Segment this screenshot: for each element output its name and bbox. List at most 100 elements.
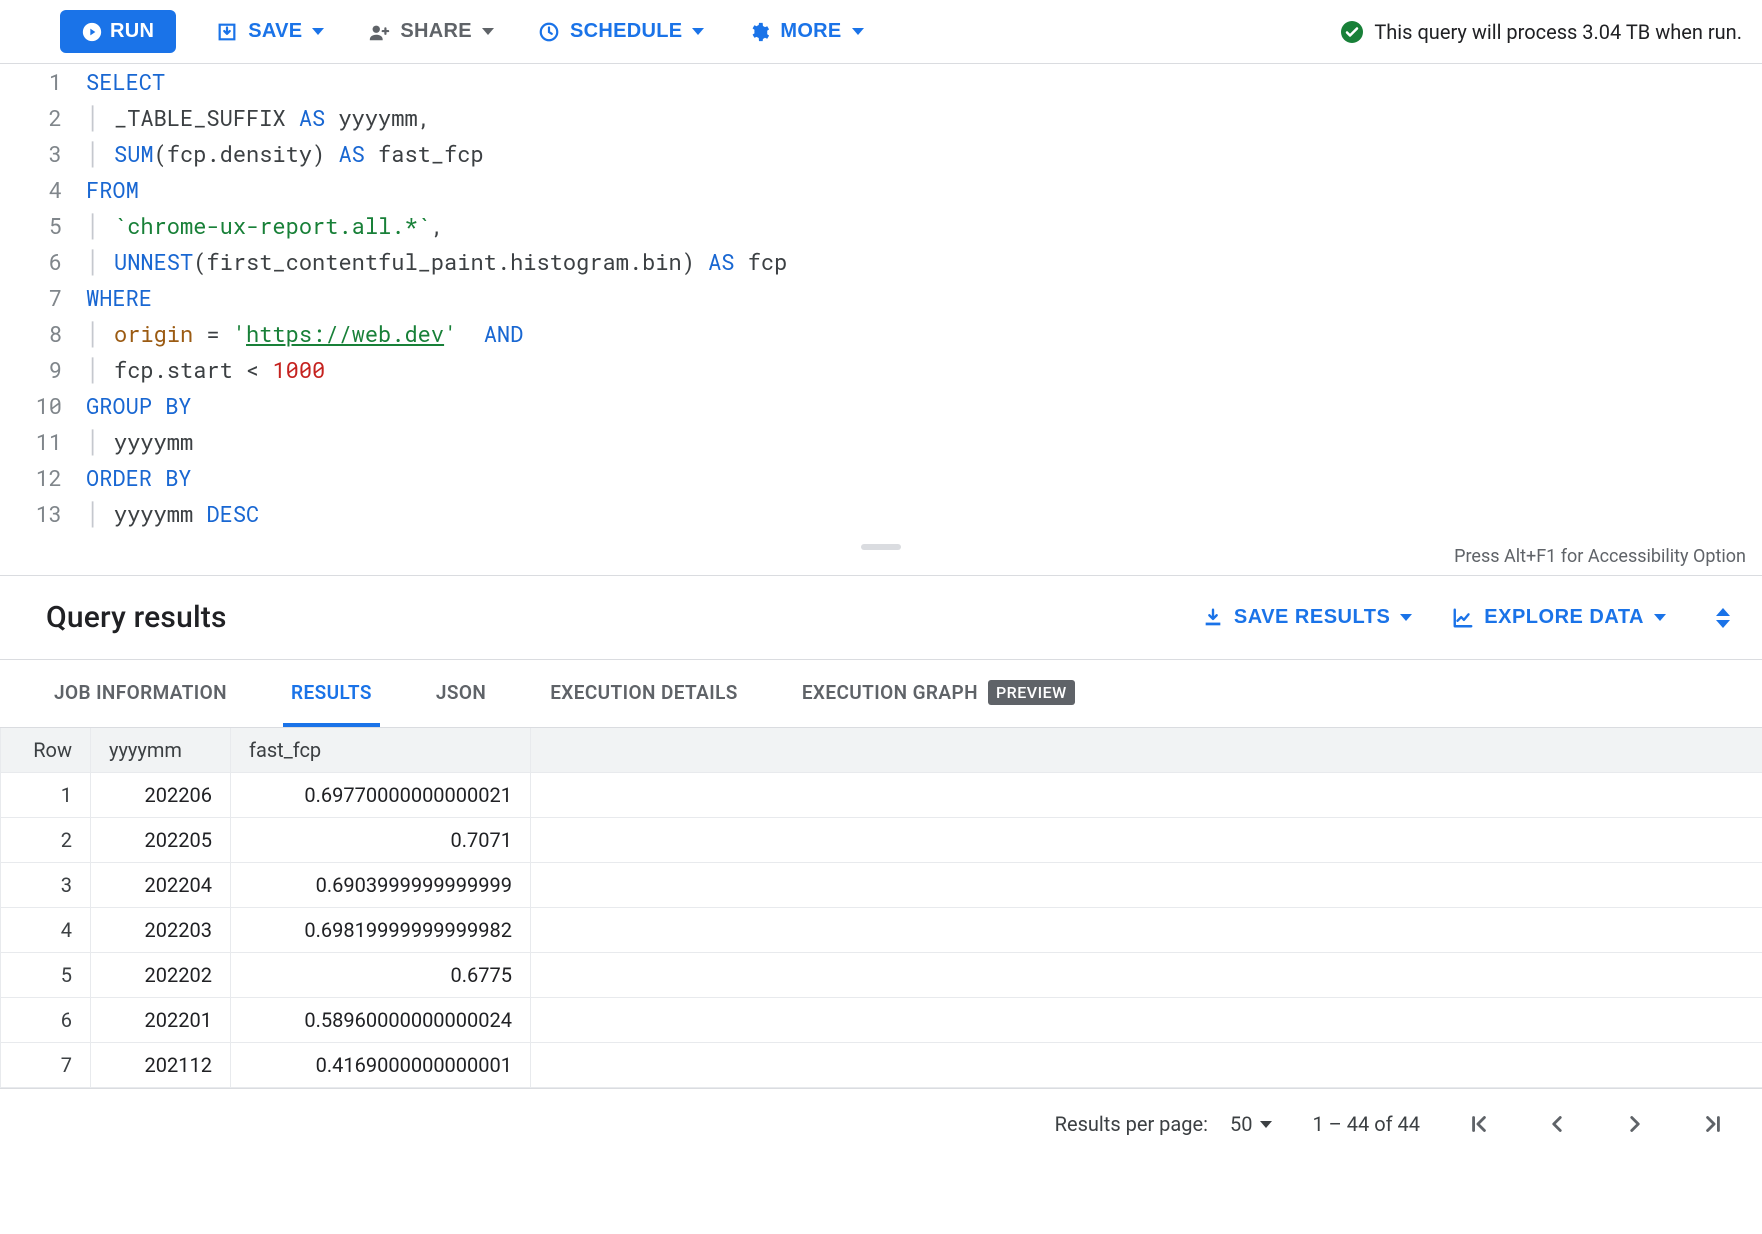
expand-toggle[interactable]	[1716, 608, 1730, 628]
code-token: AND	[484, 319, 524, 348]
table-cell: 0.69819999999999982	[231, 908, 531, 953]
table-row[interactable]: 42022030.69819999999999982	[1, 908, 1762, 953]
play-icon	[82, 22, 102, 42]
code-line: 5│ `chrome-ux-report.all.*`,	[0, 208, 1762, 244]
code-content: │ `chrome-ux-report.all.*`,	[86, 208, 444, 244]
table-row[interactable]: 52022020.6775	[1, 953, 1762, 998]
code-line: 4FROM	[0, 172, 1762, 208]
line-number: 3	[0, 136, 86, 172]
indent-guide: │	[86, 496, 100, 532]
code-token: yyyymm	[114, 499, 206, 528]
gear-icon	[748, 21, 770, 43]
indent-guide: │	[86, 424, 100, 460]
caret-down-icon	[482, 28, 494, 35]
code-token: UNNEST	[114, 247, 193, 276]
caret-down-icon	[1400, 614, 1412, 621]
page-range: 1 – 44 of 44	[1312, 1112, 1420, 1136]
tab-results[interactable]: RESULTS	[283, 660, 380, 727]
code-token: origin	[114, 319, 193, 348]
resize-handle[interactable]	[861, 544, 901, 550]
table-cell: 202204	[91, 863, 231, 908]
code-token: GROUP BY	[86, 391, 192, 420]
run-button[interactable]: RUN	[60, 10, 176, 53]
table-cell: 202112	[91, 1043, 231, 1088]
explore-data-button[interactable]: EXPLORE DATA	[1432, 598, 1686, 637]
code-token: _TABLE_SUFFIX	[114, 103, 299, 132]
table-cell: 0.58960000000000024	[231, 998, 531, 1043]
tab-execution-details[interactable]: EXECUTION DETAILS	[542, 660, 746, 727]
line-number: 6	[0, 244, 86, 280]
save-icon	[216, 21, 238, 43]
code-token: AS	[708, 247, 734, 276]
save-results-button[interactable]: SAVE RESULTS	[1182, 598, 1432, 637]
table-cell: 5	[1, 953, 91, 998]
caret-down-icon	[1260, 1121, 1272, 1128]
caret-down-icon	[852, 28, 864, 35]
accessibility-hint: Press Alt+F1 for Accessibility Option	[1454, 546, 1746, 567]
table-cell	[531, 953, 1762, 998]
table-row[interactable]: 72021120.4169000000000001	[1, 1043, 1762, 1088]
code-token: AS	[299, 103, 325, 132]
code-token: (first_contentful_paint.histogram.bin)	[193, 247, 708, 276]
column-header[interactable]: Row	[1, 728, 91, 773]
code-line: 2│ _TABLE_SUFFIX AS yyyymm,	[0, 100, 1762, 136]
code-token: `chrome-ux-report.all.*`	[114, 211, 431, 240]
next-page-button[interactable]	[1616, 1105, 1654, 1143]
schedule-button[interactable]: SCHEDULE	[534, 14, 708, 49]
code-content: FROM	[86, 172, 139, 208]
code-line: 12ORDER BY	[0, 460, 1762, 496]
table-row[interactable]: 22022050.7071	[1, 818, 1762, 863]
table-row[interactable]: 62022010.58960000000000024	[1, 998, 1762, 1043]
share-button[interactable]: SHARE	[364, 14, 498, 49]
sql-editor[interactable]: 1SELECT2│ _TABLE_SUFFIX AS yyyymm,3│ SUM…	[0, 64, 1762, 542]
code-content: SELECT	[86, 64, 165, 100]
editor-footer: Press Alt+F1 for Accessibility Option	[0, 542, 1762, 576]
code-content: GROUP BY	[86, 388, 192, 424]
table-row[interactable]: 32022040.6903999999999999	[1, 863, 1762, 908]
code-token: yyyymm	[114, 427, 193, 456]
first-page-button[interactable]	[1460, 1105, 1498, 1143]
code-content: │ yyyymm DESC	[86, 496, 259, 532]
table-cell	[531, 773, 1762, 818]
table-cell: 202206	[91, 773, 231, 818]
code-line: 3│ SUM(fcp.density) AS fast_fcp	[0, 136, 1762, 172]
table-row[interactable]: 12022060.69770000000000021	[1, 773, 1762, 818]
last-page-button[interactable]	[1694, 1105, 1732, 1143]
table-cell: 6	[1, 998, 91, 1043]
code-token: '	[444, 319, 457, 348]
code-token: https://web.dev	[246, 319, 444, 348]
line-number: 2	[0, 100, 86, 136]
indent-guide: │	[86, 352, 100, 388]
results-heading: Query results	[46, 600, 1182, 635]
column-header[interactable]: yyyymm	[91, 728, 231, 773]
results-table: Rowyyyymmfast_fcp 12022060.6977000000000…	[0, 728, 1762, 1088]
code-line: 7WHERE	[0, 280, 1762, 316]
table-cell: 202201	[91, 998, 231, 1043]
code-token: yyyymm,	[325, 103, 431, 132]
table-cell: 2	[1, 818, 91, 863]
tab-execution-graph[interactable]: EXECUTION GRAPH PREVIEW	[794, 660, 1083, 727]
code-line: 13│ yyyymm DESC	[0, 496, 1762, 532]
more-button[interactable]: MORE	[744, 14, 867, 49]
code-token: fcp	[735, 247, 788, 276]
code-token: fcp.start <	[114, 355, 272, 384]
table-cell: 0.6775	[231, 953, 531, 998]
indent-guide: │	[86, 244, 100, 280]
explore-data-label: EXPLORE DATA	[1484, 606, 1644, 629]
per-page-select[interactable]: 50	[1230, 1112, 1272, 1136]
prev-page-button[interactable]	[1538, 1105, 1576, 1143]
tab-json[interactable]: JSON	[428, 660, 494, 727]
table-cell	[531, 1043, 1762, 1088]
code-line: 8│ origin = 'https://web.dev' AND	[0, 316, 1762, 352]
code-content: │ origin = 'https://web.dev' AND	[86, 316, 523, 352]
table-cell: 202205	[91, 818, 231, 863]
tab-job-information[interactable]: JOB INFORMATION	[46, 660, 235, 727]
code-content: │ _TABLE_SUFFIX AS yyyymm,	[86, 100, 431, 136]
code-content: WHERE	[86, 280, 152, 316]
results-header: Query results SAVE RESULTS EXPLORE DATA	[0, 576, 1762, 659]
column-header[interactable]: fast_fcp	[231, 728, 531, 773]
save-button[interactable]: SAVE	[212, 14, 328, 49]
line-number: 9	[0, 352, 86, 388]
share-icon	[368, 21, 390, 43]
validator-text: This query will process 3.04 TB when run…	[1374, 20, 1742, 44]
